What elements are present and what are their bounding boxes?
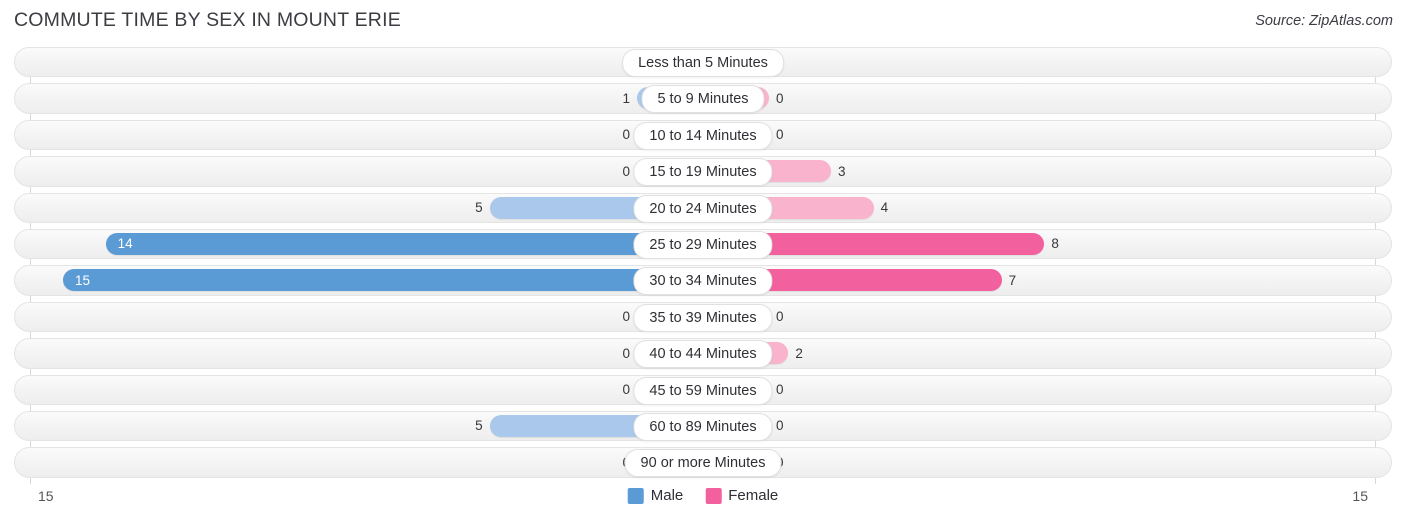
chart-row: 00Less than 5 Minutes bbox=[0, 44, 1406, 80]
category-label: 40 to 44 Minutes bbox=[633, 340, 773, 369]
male-half: 0 bbox=[30, 342, 703, 365]
female-half: 0 bbox=[703, 414, 1375, 437]
female-value-label: 0 bbox=[776, 309, 784, 325]
chart-row: 15 7 30 to 34 Minutes bbox=[0, 262, 1406, 298]
legend-label: Female bbox=[728, 487, 779, 504]
male-value-label: 0 bbox=[622, 127, 630, 143]
male-half: 0 bbox=[30, 451, 703, 474]
legend-swatch-icon bbox=[627, 487, 644, 504]
chart-row: 0090 or more Minutes bbox=[0, 444, 1406, 480]
male-value-label: 14 bbox=[117, 236, 133, 252]
male-half: 5 bbox=[30, 196, 703, 219]
chart-row: 0 0 10 to 14 Minutes bbox=[0, 117, 1406, 153]
female-half: 0 bbox=[703, 305, 1375, 328]
legend-swatch-icon bbox=[705, 487, 722, 504]
female-value-label: 0 bbox=[776, 90, 784, 106]
male-value-label: 0 bbox=[622, 309, 630, 325]
male-half: 0 bbox=[30, 51, 703, 73]
female-value-label: 0 bbox=[776, 127, 784, 143]
female-half: 3 bbox=[703, 160, 1375, 183]
chart-footer: 15 15 Male Female bbox=[0, 484, 1406, 522]
legend-label: Male bbox=[650, 487, 684, 504]
male-half: 0 bbox=[30, 305, 703, 328]
male-half: 0 bbox=[30, 123, 703, 146]
male-value-label: 15 bbox=[75, 272, 91, 288]
chart-row: 0 0 35 to 39 Minutes bbox=[0, 299, 1406, 335]
male-value-label: 0 bbox=[622, 163, 630, 179]
male-bar[interactable]: 15 bbox=[63, 269, 703, 292]
source-attribution: Source: ZipAtlas.com bbox=[1255, 13, 1393, 29]
male-value-label: 5 bbox=[475, 418, 483, 434]
category-label: 20 to 24 Minutes bbox=[633, 194, 773, 223]
chart-header: COMMUTE TIME BY SEX IN MOUNT ERIE Source… bbox=[0, 0, 1406, 44]
chart-row: 0 2 40 to 44 Minutes bbox=[0, 335, 1406, 371]
chart-row: 0 0 45 to 59 Minutes bbox=[0, 372, 1406, 408]
female-half: 7 bbox=[703, 269, 1375, 292]
legend-item[interactable]: Female bbox=[705, 487, 778, 504]
female-value-label: 4 bbox=[880, 200, 889, 216]
male-half: 1 bbox=[30, 87, 703, 110]
chart-row: 5 0 60 to 89 Minutes bbox=[0, 408, 1406, 444]
chart-row: 0 3 15 to 19 Minutes bbox=[0, 153, 1406, 189]
male-value-label: 1 bbox=[622, 90, 630, 106]
male-value-label: 0 bbox=[622, 382, 630, 398]
category-label: 30 to 34 Minutes bbox=[633, 267, 773, 296]
female-value-label: 8 bbox=[1051, 236, 1059, 252]
category-label: 10 to 14 Minutes bbox=[633, 121, 773, 150]
category-label: 5 to 9 Minutes bbox=[641, 85, 765, 114]
category-label: Less than 5 Minutes bbox=[622, 49, 784, 77]
male-half: 0 bbox=[30, 378, 703, 401]
female-value-label: 0 bbox=[776, 418, 784, 434]
male-value-label: 0 bbox=[622, 345, 630, 361]
female-half: 0 bbox=[703, 123, 1375, 146]
chart-row: 14 8 25 to 29 Minutes bbox=[0, 226, 1406, 262]
male-half: 15 bbox=[30, 269, 703, 292]
male-bar[interactable]: 14 bbox=[105, 232, 703, 255]
category-label: 35 to 39 Minutes bbox=[633, 303, 773, 332]
female-value-label: 3 bbox=[838, 163, 846, 179]
female-half: 0 bbox=[703, 87, 1375, 110]
axis-label-right: 15 bbox=[1352, 488, 1368, 504]
category-label: 45 to 59 Minutes bbox=[633, 376, 773, 405]
male-half: 5 bbox=[30, 414, 703, 437]
male-half: 14 bbox=[30, 232, 703, 255]
category-label: 25 to 29 Minutes bbox=[633, 230, 773, 259]
category-label: 15 to 19 Minutes bbox=[633, 158, 773, 187]
male-value-label: 5 bbox=[475, 200, 483, 216]
female-half: 0 bbox=[703, 378, 1375, 401]
female-half: 2 bbox=[703, 342, 1375, 365]
chart-legend: Male Female bbox=[627, 487, 778, 504]
female-half: 0 bbox=[703, 451, 1375, 474]
page-title: COMMUTE TIME BY SEX IN MOUNT ERIE bbox=[14, 9, 401, 31]
chart-row: 5 4 20 to 24 Minutes bbox=[0, 190, 1406, 226]
category-label: 60 to 89 Minutes bbox=[633, 412, 773, 441]
axis-label-left: 15 bbox=[38, 488, 54, 504]
female-half: 8 bbox=[703, 232, 1375, 255]
chart-rows: 00Less than 5 Minutes105 to 9 Minutes001… bbox=[0, 44, 1406, 481]
category-label: 90 or more Minutes bbox=[624, 449, 782, 478]
chart-row: 1 0 5 to 9 Minutes bbox=[0, 80, 1406, 116]
female-value-label: 0 bbox=[776, 382, 784, 398]
female-value-label: 2 bbox=[795, 345, 803, 361]
male-half: 0 bbox=[30, 160, 703, 183]
female-half: 4 bbox=[703, 196, 1375, 219]
legend-item[interactable]: Male bbox=[627, 487, 684, 504]
female-half: 0 bbox=[703, 51, 1375, 73]
chart-plot-area: 00Less than 5 Minutes105 to 9 Minutes001… bbox=[0, 44, 1406, 484]
female-value-label: 7 bbox=[1008, 272, 1017, 288]
